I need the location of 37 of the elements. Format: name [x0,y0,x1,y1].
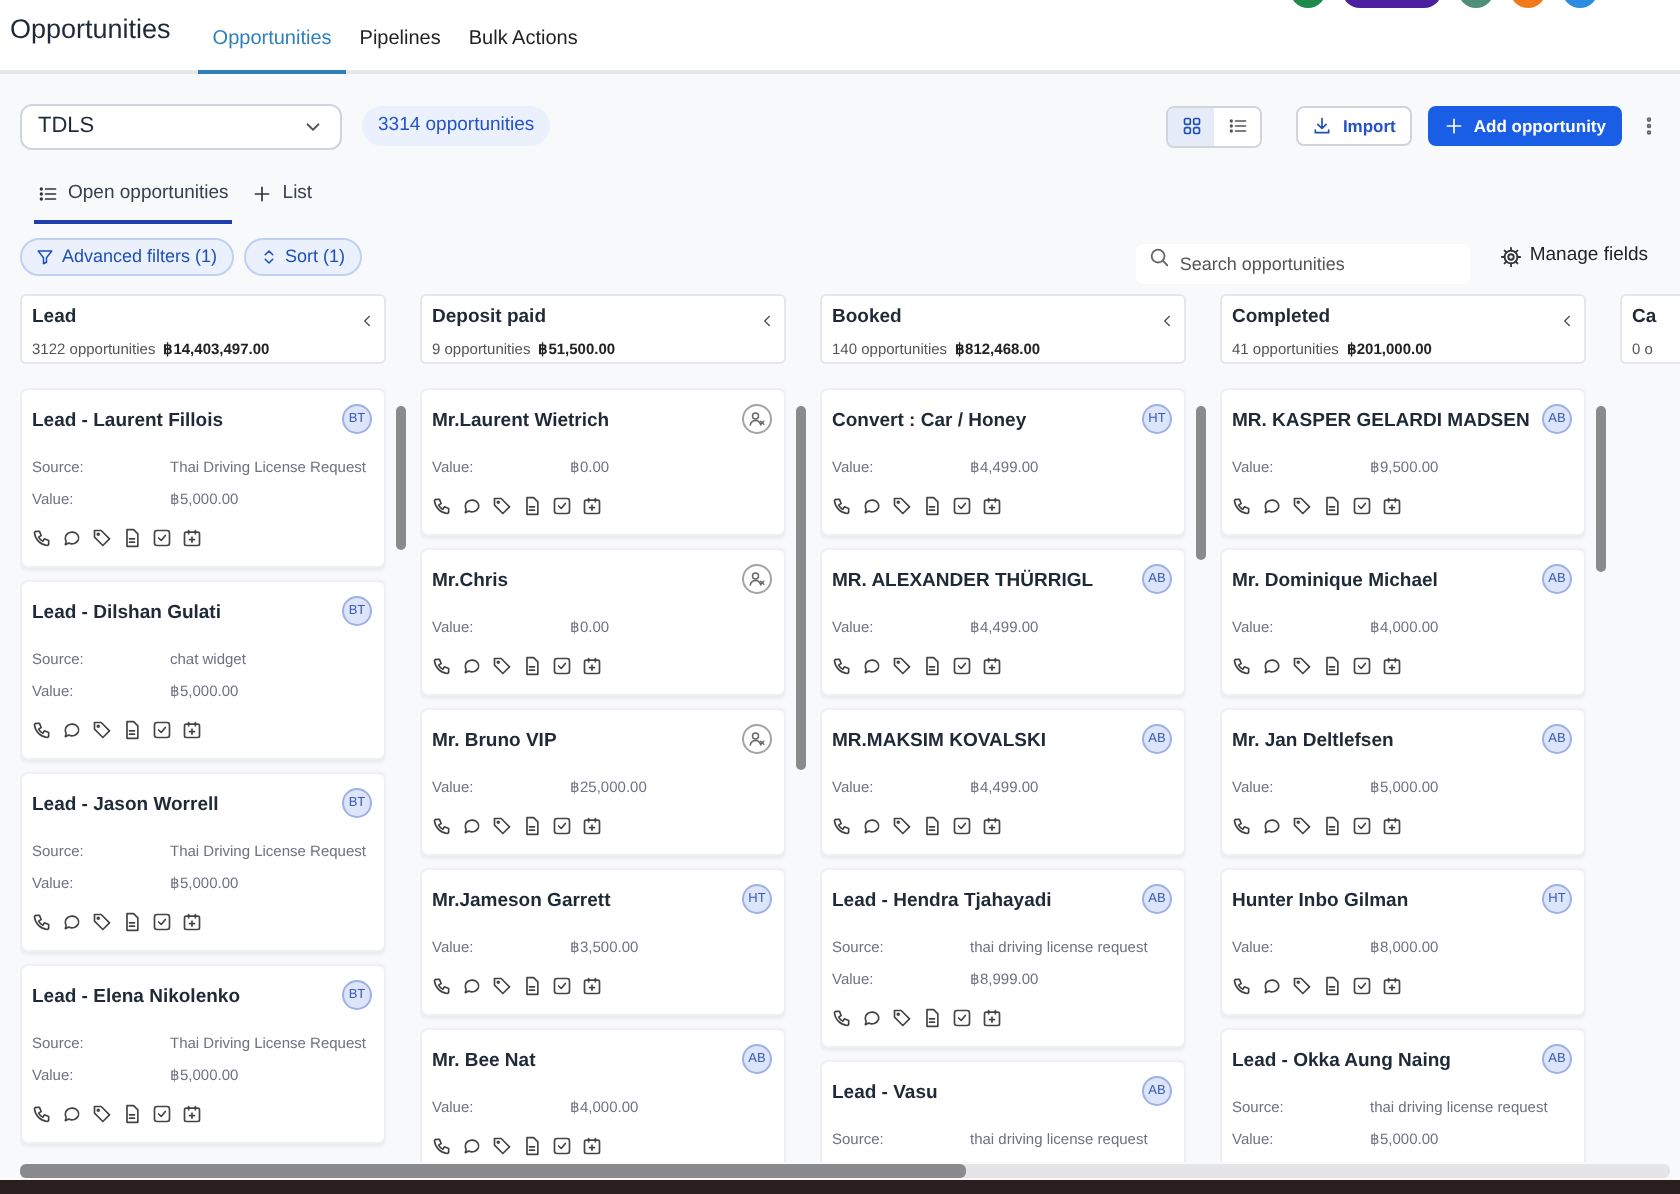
column-title: Lead [32,304,77,332]
column-title: Ca [1632,304,1657,332]
card-title: Mr. Dominique Michael [1232,568,1438,596]
card-title: Lead - Elena Nikolenko [32,984,240,1012]
view-tab[interactable]: Open opportunities [34,178,233,224]
card-title: Mr.Chris [432,568,509,596]
card-title: Lead - Okka Aung Naing [1232,1048,1451,1076]
card-title: MR.MAKSIM KOVALSKI [832,728,1046,756]
card-title: Lead - Laurent Fillois [32,408,224,436]
card-title: Lead - Dilshan Gulati [32,600,221,628]
card-title: Mr. Jan Deltlefsen [1232,728,1394,756]
card-title: Convert : Car / Honey [832,408,1027,436]
card-title: Mr.Laurent Wietrich [432,408,610,436]
nav-tab[interactable]: Pipelines [345,24,455,74]
column-title: Deposit paid [432,304,547,332]
card-title: Lead - Hendra Tjahayadi [832,888,1052,916]
card-title: Lead - Jason Worrell [32,792,219,820]
add-opportunity-button[interactable]: Add opportunity [1427,106,1622,146]
pipeline-select[interactable]: TDLS [20,103,342,149]
card-title: Mr. Bee Nat [432,1048,536,1076]
manage-fields-button[interactable]: Manage fields [1487,240,1660,274]
card-title: MR. ALEXANDER THÜRRIGL [832,567,1094,596]
card-title: Hunter Inbo Gilman [1232,888,1409,916]
filter-button[interactable]: Advanced filters (1) [20,237,234,277]
card-title: Mr.Jameson Garrett [432,888,611,916]
view-tab[interactable]: List [248,178,317,224]
column-title: Booked [832,304,902,332]
card-title: Mr. Bruno VIP [432,728,557,756]
nav-tab[interactable]: Bulk Actions [454,24,592,74]
card-title: Lead - Vasu [832,1080,938,1108]
column-title: Completed [1232,304,1331,332]
search-field[interactable]: Search opportunities [1135,243,1470,283]
opportunity-count: 3314 opportunities [362,105,551,147]
card-title: MR. KASPER GELARDI MADSEN [1232,408,1530,436]
page-title: Opportunities [10,11,171,48]
sort-button[interactable]: Sort (1) [243,237,362,277]
import-button[interactable]: Import [1296,106,1412,146]
